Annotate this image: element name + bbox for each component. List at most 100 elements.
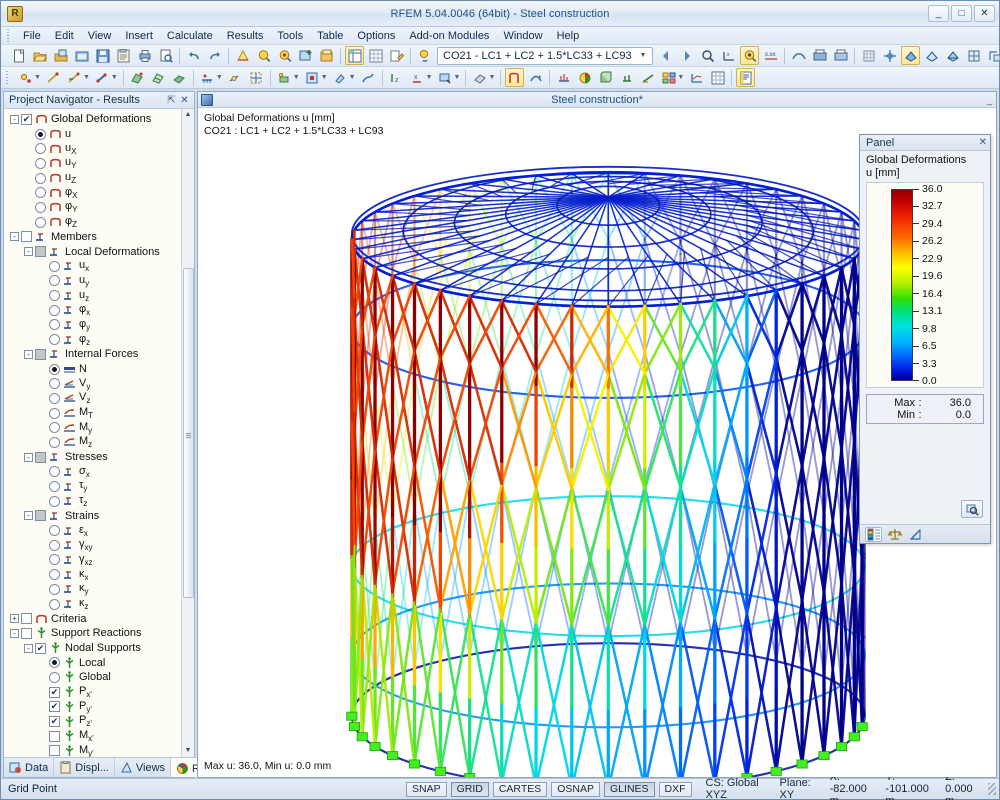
save-all-icon[interactable]: [114, 46, 133, 65]
show-deformation-icon[interactable]: [505, 68, 524, 87]
radio-button[interactable]: [49, 305, 60, 316]
table-grid-icon[interactable]: [366, 46, 385, 65]
model-canvas[interactable]: Global Deformations u [mm] CO21 : LC1 + …: [198, 108, 996, 777]
print-preview-icon[interactable]: [156, 46, 175, 65]
table-edit-icon[interactable]: [387, 46, 406, 65]
zoom-detail-icon[interactable]: [961, 500, 983, 518]
menu-table[interactable]: Table: [310, 29, 350, 43]
checkbox[interactable]: [21, 231, 32, 242]
collapse-icon[interactable]: -: [10, 629, 19, 638]
resize-grip[interactable]: [988, 783, 996, 795]
load-case-combo[interactable]: CO21 - LC1 + LC2 + 1.5*LC33 + LC93 ▼: [437, 47, 653, 65]
chevron-down-icon[interactable]: ▼: [111, 74, 118, 81]
select-objects-icon[interactable]: [436, 68, 455, 87]
factors-icon[interactable]: [886, 527, 903, 542]
tree-item--[interactable]: γxy: [4, 538, 181, 553]
toggle-grid[interactable]: GRID: [451, 782, 489, 797]
checkbox-checked[interactable]: ✔: [21, 114, 32, 125]
checkbox[interactable]: [21, 613, 32, 624]
checkbox[interactable]: [35, 246, 46, 257]
radio-button[interactable]: [35, 187, 46, 198]
checkbox[interactable]: [49, 731, 60, 742]
new-grid-icon[interactable]: [247, 68, 266, 87]
render-transparent-icon[interactable]: [943, 46, 962, 65]
open-recent-icon[interactable]: [72, 46, 91, 65]
coord-z-icon[interactable]: z: [387, 68, 406, 87]
render-model-icon[interactable]: [233, 46, 252, 65]
menu-window[interactable]: Window: [496, 29, 549, 43]
tree-item-u[interactable]: uY: [4, 156, 181, 171]
chevron-down-icon[interactable]: ▼: [349, 74, 356, 81]
tree-item-u[interactable]: u: [4, 127, 181, 142]
print-report-2-icon[interactable]: [831, 46, 850, 65]
animation-icon[interactable]: [526, 68, 545, 87]
scroll-down-icon[interactable]: ▼: [185, 745, 192, 757]
new-line-icon[interactable]: [44, 68, 63, 87]
results-values-icon[interactable]: [698, 46, 717, 65]
render-wire-icon[interactable]: [922, 46, 941, 65]
new-line-dimension-icon[interactable]: [65, 68, 84, 87]
model-window-minimize[interactable]: _: [987, 95, 996, 105]
tab-data[interactable]: Data: [4, 758, 54, 777]
deformation-scale-icon[interactable]: [789, 46, 808, 65]
menu-tools[interactable]: Tools: [270, 29, 310, 43]
radio-button[interactable]: [49, 584, 60, 595]
radio-button[interactable]: [35, 158, 46, 169]
color-results-icon[interactable]: [575, 68, 594, 87]
load-case-select-icon[interactable]: [415, 46, 434, 65]
checkbox-checked[interactable]: ✔: [35, 643, 46, 654]
collapse-icon[interactable]: -: [24, 644, 33, 653]
tree-item--[interactable]: φx: [4, 303, 181, 318]
radio-button[interactable]: [35, 217, 46, 228]
tree-item-local[interactable]: Local: [4, 655, 181, 670]
tree-item--[interactable]: τz: [4, 494, 181, 509]
tree-item--[interactable]: φz: [4, 332, 181, 347]
radio-button[interactable]: [49, 290, 60, 301]
new-solid-icon[interactable]: [170, 68, 189, 87]
print-report-icon[interactable]: [810, 46, 829, 65]
tree-item--[interactable]: γxz: [4, 553, 181, 568]
tree-item-p[interactable]: ✔Pz': [4, 714, 181, 729]
new-surface-load-icon[interactable]: [303, 68, 322, 87]
radio-button[interactable]: [49, 422, 60, 433]
tree-item-n[interactable]: N: [4, 362, 181, 377]
close-button[interactable]: ✕: [974, 5, 995, 22]
member-results-icon[interactable]: [554, 68, 573, 87]
tree-item--[interactable]: φZ: [4, 215, 181, 230]
radio-button[interactable]: [49, 319, 60, 330]
chevron-down-icon[interactable]: ▼: [216, 74, 223, 81]
toggle-osnap[interactable]: OSNAP: [551, 782, 600, 797]
tree-item-m[interactable]: Mz: [4, 435, 181, 450]
checkbox[interactable]: [35, 349, 46, 360]
tree-item--[interactable]: κy: [4, 582, 181, 597]
tree-item-u[interactable]: uX: [4, 141, 181, 156]
chevron-down-icon[interactable]: ▼: [321, 74, 328, 81]
toolbar-drag-grip-2[interactable]: [5, 71, 12, 85]
menu-edit[interactable]: Edit: [48, 29, 81, 43]
collapse-icon[interactable]: -: [24, 350, 33, 359]
tree-item--[interactable]: φX: [4, 185, 181, 200]
solid-results-icon[interactable]: [596, 68, 615, 87]
new-imperfection-icon[interactable]: [359, 68, 378, 87]
checkbox[interactable]: [35, 510, 46, 521]
tree-item-u[interactable]: ux: [4, 259, 181, 274]
chevron-down-icon[interactable]: ▼: [34, 74, 41, 81]
tree-item--[interactable]: τy: [4, 479, 181, 494]
print-icon[interactable]: [135, 46, 154, 65]
tree-item-m[interactable]: MT: [4, 406, 181, 421]
previous-view-icon[interactable]: [317, 46, 336, 65]
chevron-down-icon[interactable]: ▼: [83, 74, 90, 81]
filter-icon[interactable]: [907, 527, 924, 542]
radio-button[interactable]: [35, 143, 46, 154]
view-clipping-icon[interactable]: [985, 46, 1000, 65]
new-hinge-icon[interactable]: [226, 68, 245, 87]
results-table-grid-icon[interactable]: [708, 68, 727, 87]
tree-item--[interactable]: εx: [4, 523, 181, 538]
result-labels-icon[interactable]: x.xx: [761, 46, 780, 65]
radio-button[interactable]: [49, 540, 60, 551]
tab-display[interactable]: Displ...: [54, 758, 115, 777]
radio-button[interactable]: [49, 481, 60, 492]
tree-item-p[interactable]: ✔Py': [4, 700, 181, 715]
tree-item-global[interactable]: Global: [4, 670, 181, 685]
tree-item-v[interactable]: Vy: [4, 376, 181, 391]
